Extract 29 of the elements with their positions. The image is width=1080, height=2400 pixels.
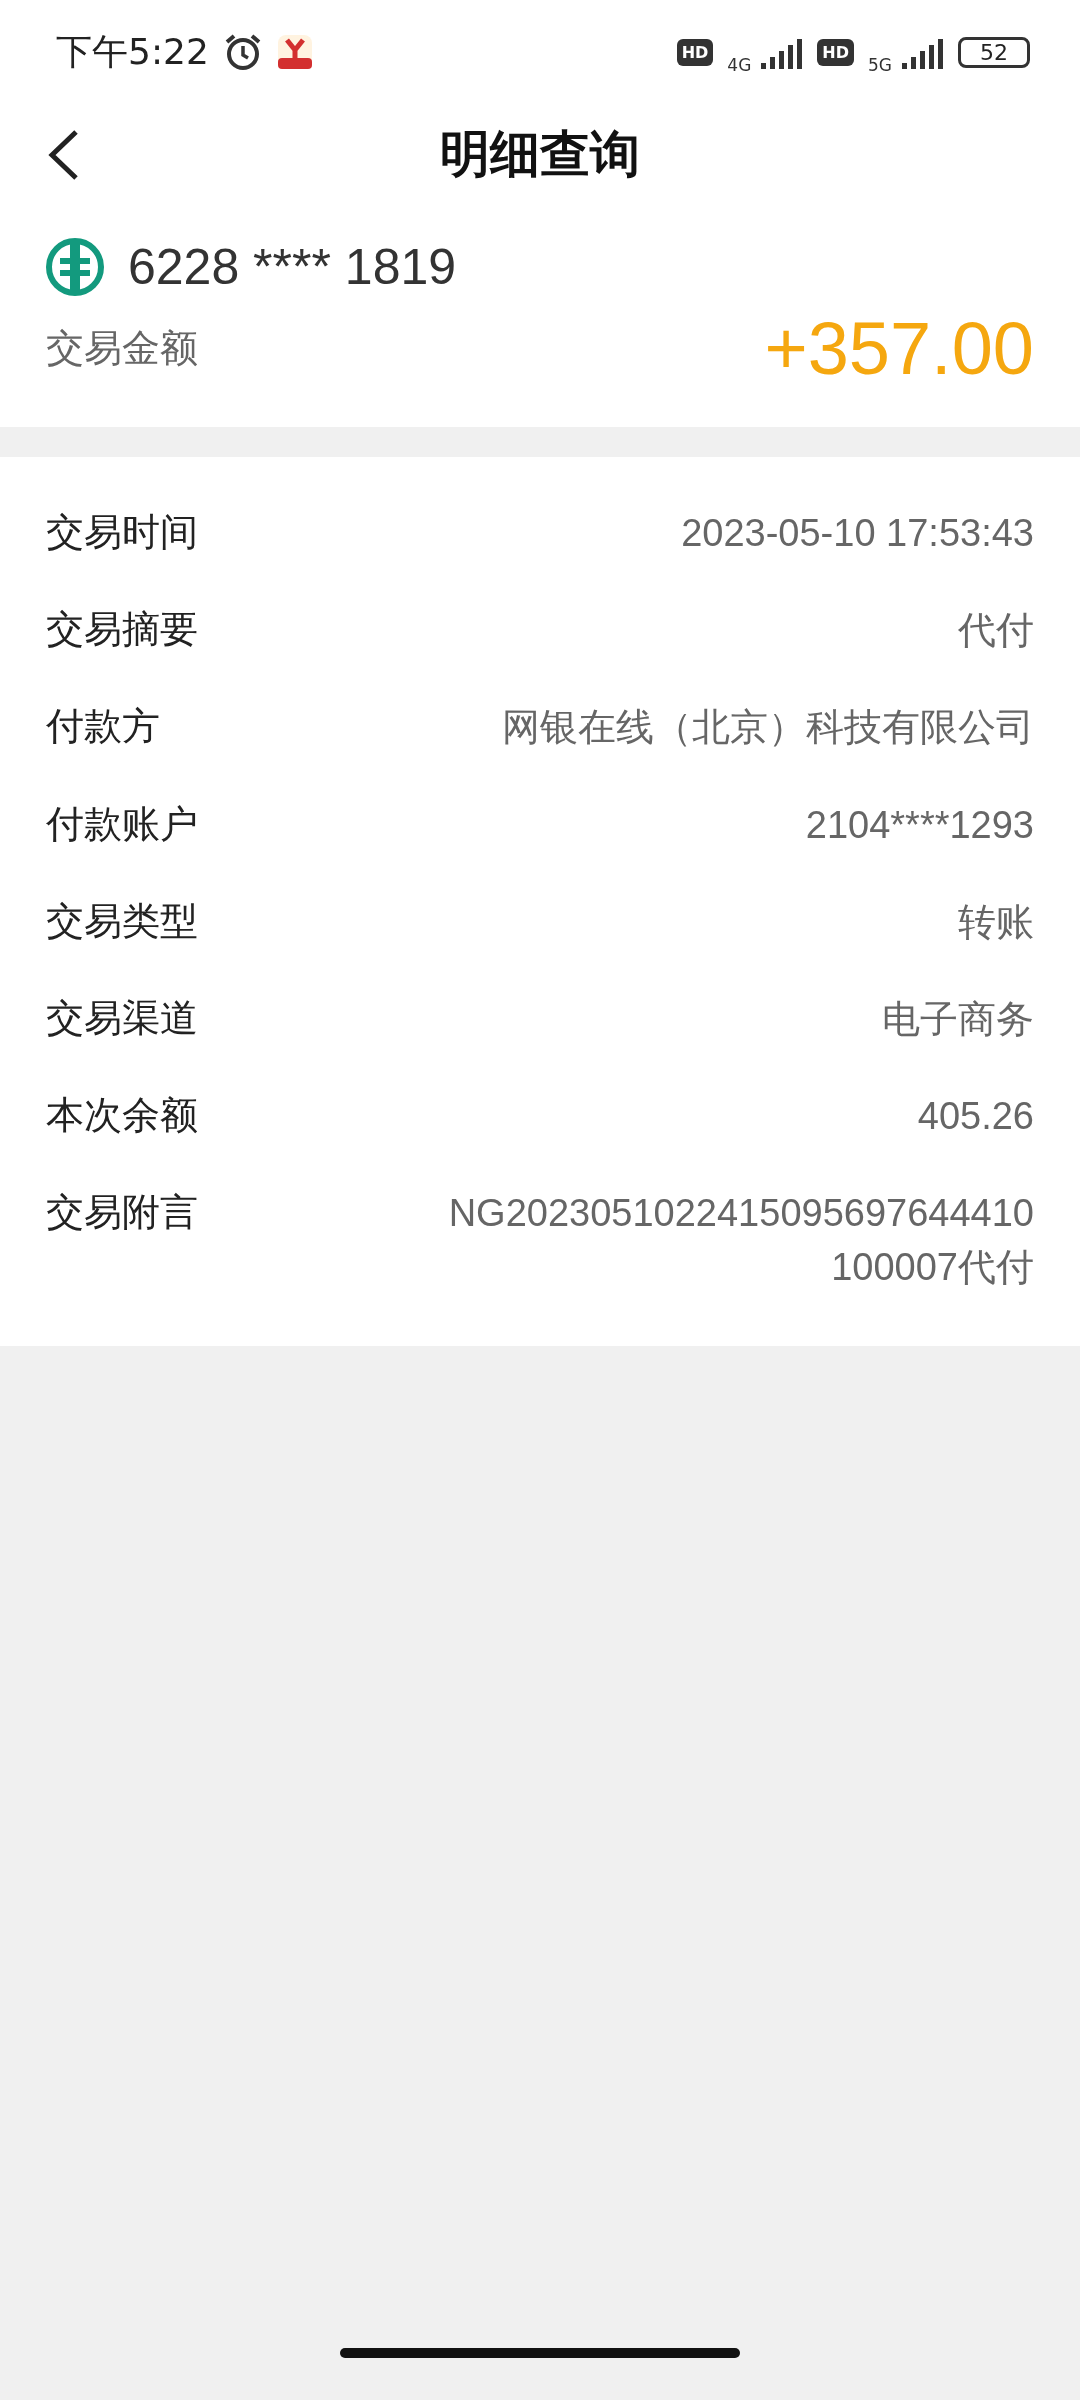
back-icon[interactable] [46,128,80,182]
bank-logo-icon [46,238,104,296]
detail-value: 2023-05-10 17:53:43 [681,511,1034,556]
detail-value: 网银在线（北京）科技有限公司 [502,705,1034,751]
detail-label: 付款账户 [46,800,198,848]
hd-badge: HD [676,38,714,66]
status-time: 下午5:22 [56,29,209,74]
network-type: 5G [868,55,892,75]
detail-label: 交易摘要 [46,606,198,654]
detail-value: 电子商务 [882,996,1034,1042]
app-icon [276,34,313,70]
detail-value: 2104****1293 [805,802,1034,848]
page-title: 明细查询 [440,123,640,185]
detail-label: 交易渠道 [46,994,198,1042]
detail-value: 转账 [958,899,1034,945]
detail-label: 本次余额 [46,1092,198,1140]
detail-value: 405.26 [917,1094,1034,1140]
detail-label: 交易类型 [46,897,198,945]
detail-label: 交易时间 [46,509,198,556]
detail-value: NG2023051022415095697644410100007代付 [447,1191,1034,1290]
battery-indicator: 52 [958,36,1030,68]
transaction-amount: +357.00 [764,306,1034,391]
hd-badge: HD [817,38,854,66]
detail-value: 代付 [958,608,1034,654]
amount-label: 交易金额 [46,325,198,372]
account-number: 6228 **** 1819 [128,238,457,296]
detail-label: 付款方 [46,703,160,751]
network-type: 4G [727,55,752,75]
detail-label: 交易附言 [46,1189,198,1237]
